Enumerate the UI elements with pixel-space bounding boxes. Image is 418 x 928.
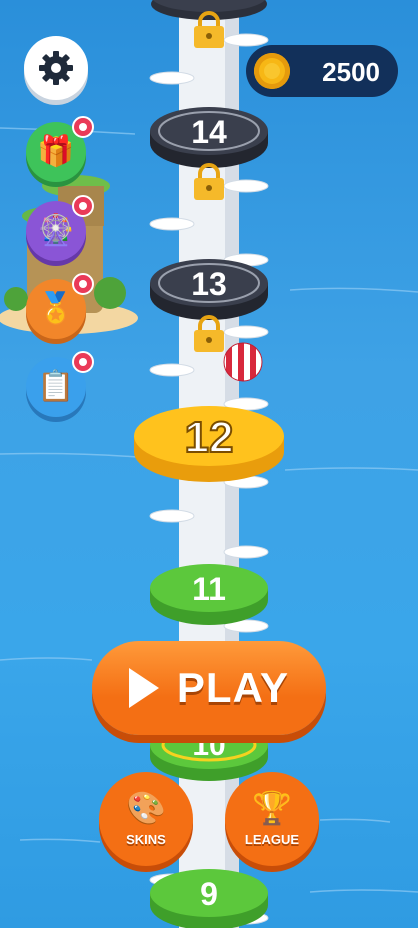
- coin-counter: 2500: [246, 45, 398, 97]
- play-button[interactable]: PLAY: [92, 641, 326, 735]
- medal-button[interactable]: 🏅: [26, 273, 94, 339]
- platform-level-14: 14: [150, 107, 268, 168]
- medal-icon: 🏅: [37, 292, 75, 325]
- coin-icon: [254, 53, 290, 89]
- skins-button[interactable]: 🎨 SKINS: [99, 772, 193, 866]
- level-9-label: 9: [200, 876, 218, 912]
- settings-button[interactable]: [24, 36, 88, 100]
- platform-partial-top: [151, 0, 267, 20]
- pole-peg: [223, 33, 269, 47]
- notification-badge: [72, 116, 94, 138]
- league-label: LEAGUE: [244, 831, 300, 847]
- skins-label: SKINS: [126, 831, 166, 847]
- notification-badge: [72, 273, 94, 295]
- pole-peg: [149, 71, 195, 85]
- platform-level-9: 9: [150, 869, 268, 928]
- notification-badge: [72, 195, 94, 217]
- gift-icon: 🎁: [37, 135, 75, 168]
- trophy-icon: 🏆: [252, 789, 292, 826]
- tasks-button[interactable]: 📋: [26, 351, 94, 417]
- wheel-button[interactable]: 🎡: [26, 195, 94, 261]
- wheel-icon: 🎡: [37, 214, 75, 247]
- level-13-label: 13: [191, 266, 227, 302]
- gear-icon: [39, 51, 73, 85]
- pole-peg: [149, 217, 195, 231]
- pole-peg: [149, 509, 195, 523]
- palette-icon: 🎨: [126, 789, 166, 826]
- play-label: PLAY: [176, 664, 290, 711]
- level-12-label: 12: [185, 413, 234, 462]
- play-icon: [128, 668, 159, 708]
- pole-peg: [223, 325, 269, 339]
- league-button[interactable]: 🏆 LEAGUE: [225, 772, 319, 866]
- gift-button[interactable]: 🎁: [26, 116, 94, 182]
- pole-peg: [223, 179, 269, 193]
- platform-level-11: 11: [150, 564, 268, 625]
- level-14-label: 14: [191, 114, 227, 150]
- platform-level-13: 13: [150, 259, 268, 320]
- pole-peg: [149, 363, 195, 377]
- platform-level-12: 12: [134, 406, 284, 482]
- pole-peg: [223, 545, 269, 559]
- level-11-label: 11: [192, 571, 226, 607]
- notification-badge: [72, 351, 94, 373]
- coin-amount: 2500: [322, 57, 380, 87]
- clipboard-icon: 📋: [37, 370, 75, 403]
